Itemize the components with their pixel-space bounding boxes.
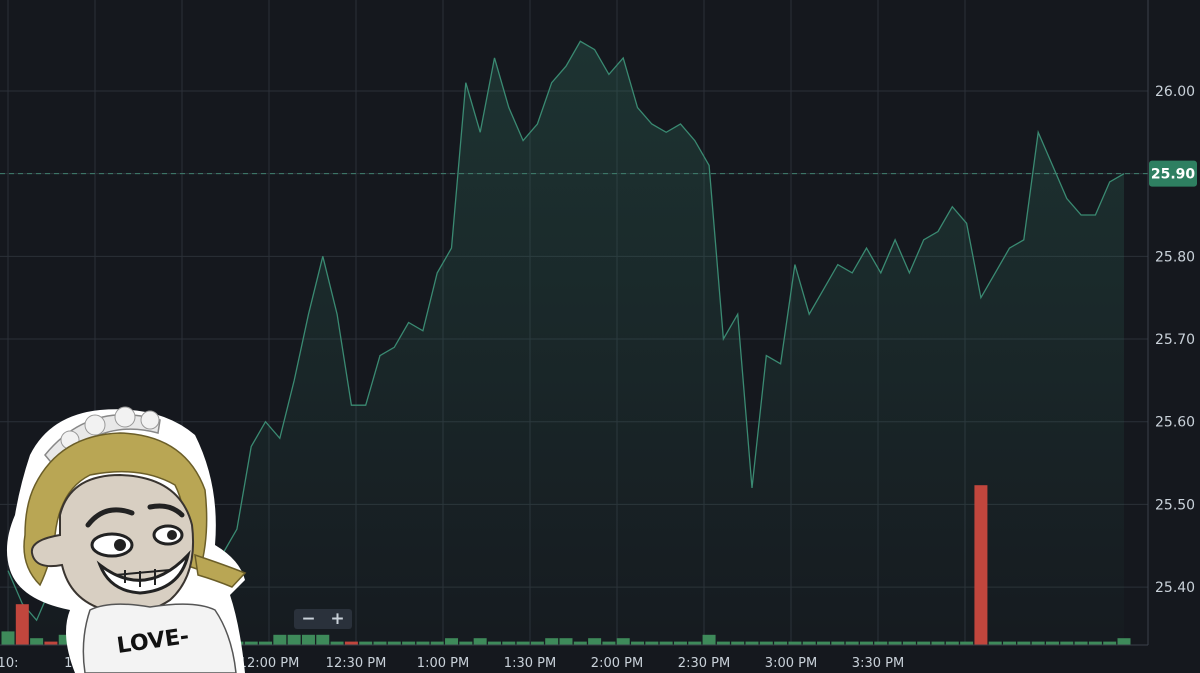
volume-bar <box>888 641 902 645</box>
volume-bar <box>588 638 602 645</box>
volume-bar <box>902 641 916 645</box>
volume-bar <box>788 641 802 645</box>
volume-bar <box>745 641 759 645</box>
y-tick-label: 25.70 <box>1155 332 1195 348</box>
volume-bar <box>416 641 430 645</box>
x-tick-label: 12:30 PM <box>326 656 387 671</box>
volume-bar <box>559 638 573 645</box>
y-tick-label: 25.40 <box>1155 580 1195 596</box>
x-tick-label: 1:00 PM <box>417 656 469 671</box>
volume-bar <box>330 641 344 645</box>
y-axis: 26.00 25.80 25.70 25.60 25.50 25.40 <box>1147 0 1195 645</box>
volume-bar <box>301 634 315 645</box>
volume-bar <box>545 638 559 645</box>
volume-bar <box>874 641 888 645</box>
volume-bar <box>573 641 587 645</box>
last-price-label: 25.90 <box>1151 167 1196 183</box>
x-tick-label: 3:30 PM <box>852 656 904 671</box>
volume-bar <box>602 641 616 645</box>
y-tick-label: 26.00 <box>1155 84 1195 100</box>
volume-bar <box>1003 641 1017 645</box>
volume-bar <box>859 641 873 645</box>
volume-bar <box>316 634 330 645</box>
volume-bar <box>688 641 702 645</box>
volume-bar <box>1060 641 1074 645</box>
volume-bar <box>1017 641 1031 645</box>
shirt: LOVE- <box>82 603 237 673</box>
volume-bar <box>817 641 831 645</box>
volume-bar <box>716 641 730 645</box>
volume-bar <box>516 641 530 645</box>
volume-bar <box>974 485 988 645</box>
volume-bar <box>387 641 401 645</box>
volume-bar <box>673 641 687 645</box>
chart-stage: 25.90 26.00 25.80 25.70 25.60 25.50 25.40 10:… <box>0 0 1200 673</box>
volume-bar <box>1117 638 1131 645</box>
volume-bar <box>945 641 959 645</box>
volume-bar <box>774 641 788 645</box>
volume-bar <box>960 641 974 645</box>
volume-bar <box>502 641 516 645</box>
y-tick-label: 25.50 <box>1155 497 1195 513</box>
volume-bar <box>831 641 845 645</box>
volume-bar <box>988 641 1002 645</box>
volume-bar <box>645 641 659 645</box>
volume-bar <box>631 641 645 645</box>
volume-bar <box>731 641 745 645</box>
volume-bar <box>344 641 358 645</box>
x-tick-label: 2:30 PM <box>678 656 730 671</box>
volume-bar <box>487 641 501 645</box>
volume-bar <box>659 641 673 645</box>
volume-bar <box>359 641 373 645</box>
x-tick-label: 3:00 PM <box>765 656 817 671</box>
volume-bar <box>445 638 459 645</box>
zoom-controls: − + <box>294 609 352 629</box>
volume-bar <box>459 641 473 645</box>
volume-bar <box>373 641 387 645</box>
volume-bar <box>917 641 931 645</box>
volume-bar <box>1045 641 1059 645</box>
x-tick-label: 2:00 PM <box>591 656 643 671</box>
volume-bar <box>759 641 773 645</box>
zoom-in-button[interactable]: + <box>326 609 350 629</box>
y-tick-label: 25.80 <box>1155 249 1195 265</box>
volume-bar <box>273 634 287 645</box>
volume-bar <box>616 638 630 645</box>
y-tick-label: 25.60 <box>1155 415 1195 431</box>
volume-bar <box>1088 641 1102 645</box>
volume-bar <box>287 634 301 645</box>
volume-bar <box>845 641 859 645</box>
volume-bar <box>473 638 487 645</box>
volume-bar <box>530 641 544 645</box>
zoom-out-button[interactable]: − <box>297 609 321 629</box>
x-tick-label: 1:30 PM <box>504 656 556 671</box>
volume-bar <box>430 641 444 645</box>
cartoon-sticker: LOVE- <box>6 406 247 673</box>
volume-bar <box>1074 641 1088 645</box>
volume-bar <box>402 641 416 645</box>
volume-bar <box>259 641 273 645</box>
volume-bar <box>702 634 716 645</box>
volume-bar <box>802 641 816 645</box>
volume-bar <box>1103 641 1117 645</box>
volume-bar <box>1031 641 1045 645</box>
volume-bar <box>931 641 945 645</box>
